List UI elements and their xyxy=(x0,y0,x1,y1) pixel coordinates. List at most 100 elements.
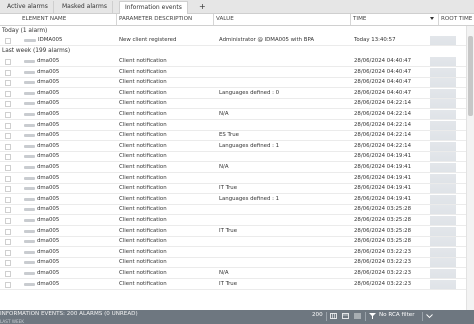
cell-element-name: dma005 xyxy=(37,164,60,170)
sort-descending-icon[interactable] xyxy=(430,17,434,20)
table-row[interactable]: dma005 Client notification ES True 28/06/20… xyxy=(0,131,474,142)
cell-time: 28/06/2024 04:19:41 xyxy=(354,174,411,181)
filter-icon[interactable] xyxy=(369,313,376,319)
table-row[interactable]: dma005 Client notification 28/06/2024 04:2… xyxy=(0,120,474,131)
vertical-scrollbar[interactable] xyxy=(466,26,474,310)
tab-masked-alarms[interactable]: Masked alarms xyxy=(57,1,113,13)
tab-information-events[interactable]: Information events xyxy=(119,1,188,14)
table-row[interactable]: dma005 Client notification 28/06/2024 04:1… xyxy=(0,152,474,163)
row-checkbox[interactable] xyxy=(5,249,11,256)
cell-element-name: dma005 xyxy=(37,132,60,139)
table-row[interactable]: dma005 Client notification Languages defin… xyxy=(0,88,474,99)
table-row[interactable]: dma005 Client notification N/A 28/06/2024 0… xyxy=(0,163,474,173)
table-row[interactable]: dma005 Client notification Languages defin… xyxy=(0,141,474,152)
row-checkbox[interactable] xyxy=(5,165,11,171)
cell-element-name: dma005 xyxy=(37,217,60,223)
table-row[interactable]: dma005 Client notification N/A 28/06/2024 0… xyxy=(0,269,474,279)
table-row[interactable]: dma005 Client notification 28/06/2024 03:2… xyxy=(0,205,474,216)
redacted-text xyxy=(24,197,35,201)
column-header-element-name[interactable]: ELEMENT NAME xyxy=(22,14,66,25)
layout-icon[interactable] xyxy=(342,313,349,319)
row-checkbox[interactable] xyxy=(5,90,11,97)
table-row[interactable]: dma005 Client notification IT True 28/06/20… xyxy=(0,184,474,195)
redacted-text xyxy=(24,134,35,138)
cell-parameter-description: Client notification xyxy=(119,227,167,234)
row-checkbox[interactable] xyxy=(5,196,11,203)
table-row[interactable]: dma005 Client notification 28/06/2024 04:4… xyxy=(0,78,474,89)
plus-icon: + xyxy=(199,2,206,11)
row-checkbox[interactable] xyxy=(5,133,11,140)
column-header-parameter-description[interactable]: PARAMETER DESCRIPTION xyxy=(116,14,192,25)
column-chooser-icon[interactable] xyxy=(330,313,337,319)
row-checkbox[interactable] xyxy=(5,38,11,44)
table-row[interactable]: dma005 Client notification N/A 28/06/2024 0… xyxy=(0,110,474,120)
row-checkbox[interactable] xyxy=(5,122,11,129)
status-divider xyxy=(365,312,366,321)
table-row[interactable]: dma005 Client notification IT True 28/06/20… xyxy=(0,226,474,237)
row-checkbox[interactable] xyxy=(5,59,11,65)
row-checkbox[interactable] xyxy=(5,207,11,214)
cell-value xyxy=(219,68,347,77)
column-header-root-time[interactable]: ROOT TIME xyxy=(438,14,474,25)
row-checkbox[interactable] xyxy=(5,186,11,193)
cell-element-name: dma005 xyxy=(37,248,60,255)
cell-root-time xyxy=(430,194,456,204)
cell-time: 28/06/2024 03:22:23 xyxy=(354,259,411,266)
row-checkbox[interactable] xyxy=(5,143,11,150)
row-checkbox[interactable] xyxy=(5,101,11,108)
redacted-text xyxy=(24,39,36,42)
cell-root-time xyxy=(430,205,456,215)
row-checkbox[interactable] xyxy=(5,69,11,76)
list-icon[interactable] xyxy=(354,313,361,319)
row-checkbox[interactable] xyxy=(5,281,11,288)
tab-active-alarms[interactable]: Active alarms xyxy=(2,1,54,13)
table-row[interactable]: dma005 Client notification 28/06/2024 04:2… xyxy=(0,99,474,110)
row-checkbox[interactable] xyxy=(5,239,11,246)
redacted-text xyxy=(24,176,35,180)
cell-element-name: dma005 xyxy=(37,238,60,245)
table-row[interactable]: dma005 Client notification 28/06/2024 04:4… xyxy=(0,57,474,67)
table-row[interactable]: dma005 Client notification Languages defin… xyxy=(0,194,474,205)
cell-element-name: dma005 xyxy=(37,142,60,149)
table-row[interactable]: dma005 Client notification IT True 28/06/20… xyxy=(0,279,474,290)
column-header-label: TIME xyxy=(353,16,367,22)
column-header-value[interactable]: VALUE xyxy=(213,14,234,25)
cell-value xyxy=(219,57,347,66)
cell-parameter-description: Client notification xyxy=(119,111,167,117)
alarm-count: 200 xyxy=(312,312,323,318)
table-row[interactable]: dma005 Client notification 28/06/2024 03:2… xyxy=(0,216,474,226)
table-row[interactable]: dma005 Client notification 28/06/2024 03:2… xyxy=(0,247,474,258)
cell-parameter-description: Client notification xyxy=(119,174,167,181)
row-checkbox[interactable] xyxy=(5,112,11,118)
cell-parameter-description: Client notification xyxy=(119,89,167,96)
row-checkbox[interactable] xyxy=(5,260,11,267)
row-checkbox[interactable] xyxy=(5,271,11,277)
group-header-today[interactable]: Today (1 alarm) xyxy=(0,26,474,36)
cell-element-name: dma005 xyxy=(37,79,60,86)
row-checkbox[interactable] xyxy=(5,154,11,161)
cell-time: 28/06/2024 03:25:28 xyxy=(354,227,411,234)
row-checkbox[interactable] xyxy=(5,218,11,224)
table-row[interactable]: dma005 Client notification 28/06/2024 04:1… xyxy=(0,173,474,184)
table-row[interactable]: IDMA005 New client registered Administra… xyxy=(0,36,474,46)
add-tab-button[interactable]: + xyxy=(195,1,210,13)
row-checkbox[interactable] xyxy=(5,228,11,235)
redacted-text xyxy=(24,261,35,265)
chevron-down-icon[interactable] xyxy=(426,313,433,319)
redacted-text xyxy=(24,208,35,212)
group-label: Last week (199 alarms) xyxy=(2,48,71,54)
column-header-time[interactable]: TIME xyxy=(350,14,366,25)
row-checkbox[interactable] xyxy=(5,175,11,182)
cell-root-time xyxy=(430,36,456,45)
table-row[interactable]: dma005 Client notification 28/06/2024 03:2… xyxy=(0,258,474,269)
rca-filter-label[interactable]: No RCA filter xyxy=(379,312,415,318)
row-checkbox[interactable] xyxy=(5,80,11,87)
table-row[interactable]: dma005 Client notification 28/06/2024 03:2… xyxy=(0,237,474,248)
scrollbar-thumb[interactable] xyxy=(468,36,473,116)
cell-root-time xyxy=(430,57,456,66)
redacted-text xyxy=(24,219,35,222)
group-header-last-week[interactable]: Last week (199 alarms) xyxy=(0,46,474,56)
cell-value: Languages defined : 0 xyxy=(219,89,280,96)
table-row[interactable]: dma005 Client notification 28/06/2024 04:4… xyxy=(0,67,474,78)
cell-element-name: dma005 xyxy=(37,153,60,160)
